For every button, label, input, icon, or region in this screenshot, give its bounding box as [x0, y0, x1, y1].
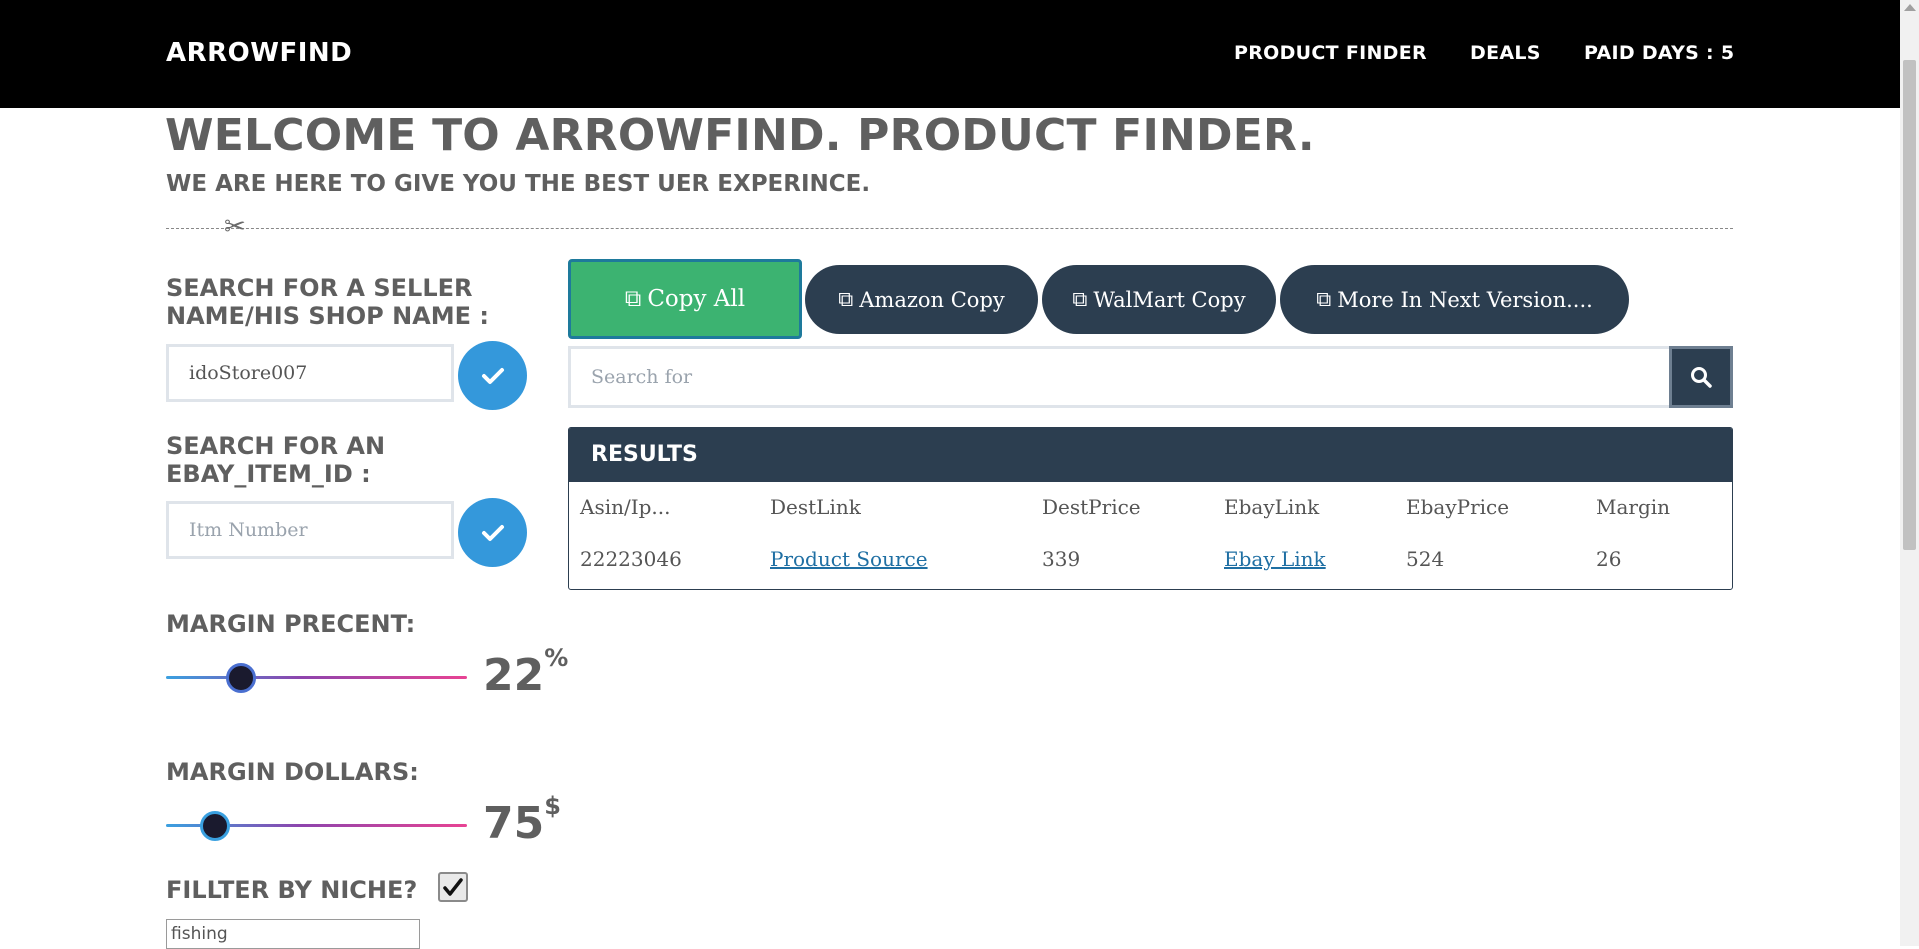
column-header-destprice: DestPrice [1042, 495, 1141, 519]
item-id-submit-button[interactable] [458, 498, 527, 567]
seller-search-input[interactable] [166, 344, 454, 402]
cell-ebayprice: 524 [1406, 547, 1445, 571]
results-table: Asin/Ip... DestLink DestPrice EbayLink E… [569, 482, 1732, 586]
results-panel: RESULTS Asin/Ip... DestLink DestPrice Eb… [568, 427, 1733, 590]
margin-dollars-value: 75$ [483, 792, 561, 849]
dashed-divider [166, 228, 1733, 229]
checkmark-icon [443, 878, 463, 896]
results-header: RESULTS [569, 428, 1732, 482]
page-title: WELCOME TO ARROWFIND. PRODUCT FINDER. [165, 110, 1315, 161]
margin-dollars-slider-thumb[interactable] [200, 811, 230, 841]
copy-icon: ⧉ [838, 287, 854, 311]
margin-percent-number: 22 [483, 650, 545, 701]
nav-product-finder[interactable]: PRODUCT FINDER [1234, 42, 1427, 64]
table-row: 22223046 Product Source 339 Ebay Link 52… [569, 532, 1732, 586]
niche-input[interactable] [166, 919, 420, 949]
copy-icon: ⧉ [624, 286, 642, 312]
copy-all-label: Copy All [647, 286, 746, 312]
margin-percent-slider-thumb[interactable] [226, 663, 256, 693]
column-header-asin: Asin/Ip... [580, 495, 671, 519]
results-header-row: Asin/Ip... DestLink DestPrice EbayLink E… [569, 482, 1732, 532]
ebay-link[interactable]: Ebay Link [1224, 547, 1326, 571]
top-navbar: ARROWFIND PRODUCT FINDER DEALS PAID DAYS… [0, 0, 1900, 108]
results-title: RESULTS [591, 442, 698, 467]
column-header-ebaylink: EbayLink [1224, 495, 1320, 519]
niche-filter-label: FILLTER BY NICHE? [166, 876, 418, 904]
margin-percent-label: MARGIN PRECENT: [166, 610, 416, 638]
margin-dollars-unit: $ [544, 792, 561, 820]
search-icon [1691, 367, 1712, 388]
seller-search-label: SEARCH FOR A SELLER NAME/HIS SHOP NAME : [166, 274, 489, 330]
cell-margin: 26 [1596, 547, 1622, 571]
page-subtitle: WE ARE HERE TO GIVE YOU THE BEST UER EXP… [166, 171, 871, 197]
seller-search-submit-button[interactable] [458, 341, 527, 410]
margin-dollars-label: MARGIN DOLLARS: [166, 758, 419, 786]
scroll-up-arrow-icon[interactable] [1904, 4, 1916, 11]
main-nav: PRODUCT FINDER DEALS PAID DAYS : 5 [0, 42, 1900, 72]
search-input[interactable] [571, 349, 1667, 405]
cell-asin: 22223046 [580, 547, 682, 571]
item-id-input[interactable] [166, 501, 454, 559]
column-header-destlink: DestLink [770, 495, 861, 519]
item-id-search-label: SEARCH FOR AN EBAY_ITEM_ID : [166, 432, 386, 488]
search-bar [568, 346, 1733, 408]
more-button[interactable]: ⧉ More In Next Version.... [1280, 265, 1629, 334]
cell-destprice: 339 [1042, 547, 1081, 571]
checkmark-icon [481, 524, 504, 541]
walmart-copy-label: WalMart Copy [1093, 287, 1246, 312]
copy-icon: ⧉ [1072, 287, 1088, 311]
margin-percent-slider-track[interactable] [166, 676, 467, 679]
scrollbar-thumb[interactable] [1903, 60, 1916, 550]
scissors-icon: ✂ [224, 212, 246, 242]
margin-percent-value: 22% [483, 644, 568, 701]
nav-paid-days[interactable]: PAID DAYS : 5 [1584, 42, 1734, 64]
product-source-link[interactable]: Product Source [770, 547, 928, 571]
checkmark-icon [481, 367, 504, 384]
margin-percent-unit: % [544, 644, 569, 672]
walmart-copy-button[interactable]: ⧉ WalMart Copy [1042, 265, 1276, 334]
more-label: More In Next Version.... [1337, 287, 1593, 312]
search-button[interactable] [1669, 346, 1733, 408]
nav-deals[interactable]: DEALS [1470, 42, 1541, 64]
column-header-margin: Margin [1596, 495, 1671, 519]
copy-all-button[interactable]: ⧉ Copy All [568, 259, 802, 339]
niche-filter-checkbox[interactable] [438, 872, 468, 902]
cell-ebaylink: Ebay Link [1213, 532, 1395, 586]
amazon-copy-button[interactable]: ⧉ Amazon Copy [805, 265, 1038, 334]
copy-icon: ⧉ [1316, 287, 1332, 311]
margin-dollars-number: 75 [483, 798, 545, 849]
cell-destlink: Product Source [759, 532, 1031, 586]
column-header-ebayprice: EbayPrice [1406, 495, 1510, 519]
amazon-copy-label: Amazon Copy [859, 287, 1005, 312]
